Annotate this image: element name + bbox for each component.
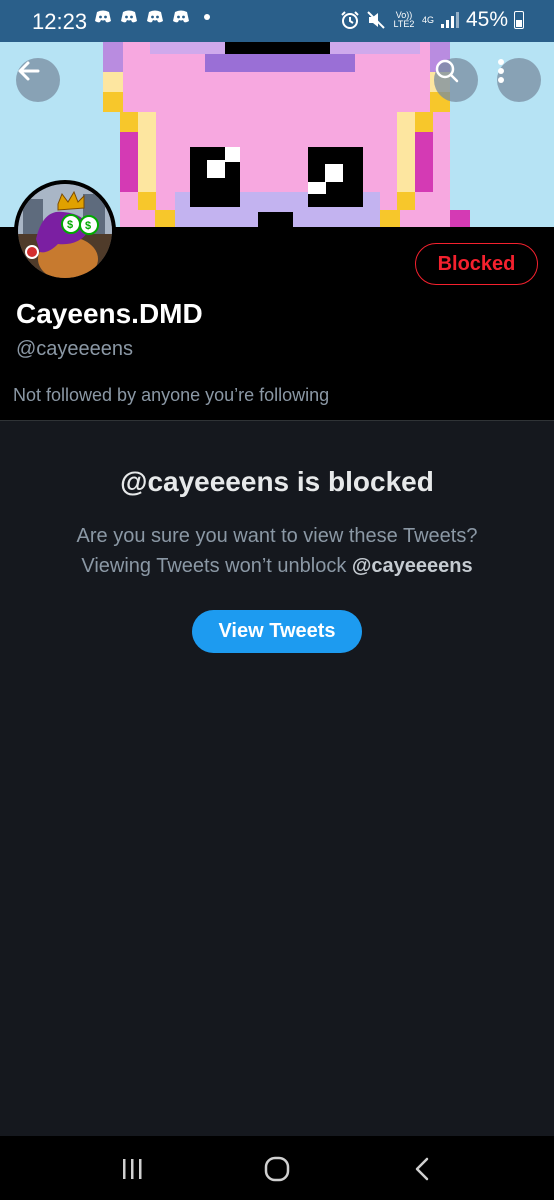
mute-icon <box>367 11 385 29</box>
battery-icon <box>514 11 524 29</box>
alarm-icon <box>341 11 359 29</box>
search-icon <box>435 59 459 83</box>
display-name: Cayeens.DMD <box>16 298 203 329</box>
avatar[interactable]: $ $ <box>14 180 116 282</box>
battery-percent: 45% <box>465 8 508 31</box>
profile-handle: @cayeeeens <box>16 338 134 360</box>
avatar-image: $ $ <box>18 184 112 278</box>
more-options-button[interactable] <box>497 58 541 102</box>
svg-text:$: $ <box>67 219 73 231</box>
more-vertical-icon <box>498 59 504 83</box>
notification-icons <box>94 10 210 24</box>
blocked-description-prefix: Viewing Tweets won’t unblock <box>81 555 352 577</box>
status-time: 12:23 <box>32 9 88 34</box>
home-button[interactable] <box>247 1152 307 1186</box>
back-chevron-icon <box>415 1157 429 1181</box>
discord-icon <box>173 10 189 23</box>
signal-icon <box>440 12 459 28</box>
recents-button[interactable] <box>102 1152 162 1186</box>
divider <box>0 420 554 421</box>
network-type: 4G <box>421 14 434 25</box>
discord-icon <box>147 10 163 23</box>
volte-label: Vo)) LTE2 <box>393 10 415 29</box>
system-back-button[interactable] <box>392 1152 452 1186</box>
discord-icon <box>95 10 111 23</box>
blocked-description-handle: @cayeeeens <box>351 555 473 577</box>
system-nav-bar <box>0 1136 554 1200</box>
status-bar: 12:23 Vo)) LTE2 4G 45% <box>0 0 554 42</box>
status-right: Vo)) LTE2 4G 45% <box>340 8 524 32</box>
arrow-left-icon <box>18 61 40 81</box>
blocked-description-line1: Are you sure you want to view these Twee… <box>76 525 478 547</box>
recents-icon <box>123 1159 142 1179</box>
home-icon <box>264 1156 290 1182</box>
blocked-description-line2: Viewing Tweets won’t unblock @cayeeeens <box>20 551 534 581</box>
back-button[interactable] <box>16 58 60 102</box>
blocked-button[interactable]: Blocked <box>415 243 538 285</box>
discord-icon <box>121 10 137 23</box>
view-tweets-button[interactable]: View Tweets <box>192 610 362 653</box>
followers-note[interactable]: Not followed by anyone you’re following <box>13 385 329 406</box>
svg-text:$: $ <box>85 220 91 232</box>
blocked-description: Are you sure you want to view these Twee… <box>20 521 534 581</box>
blocked-title: @cayeeeens is blocked <box>120 466 434 497</box>
search-button[interactable] <box>434 58 478 102</box>
more-notifications-dot <box>204 14 210 20</box>
